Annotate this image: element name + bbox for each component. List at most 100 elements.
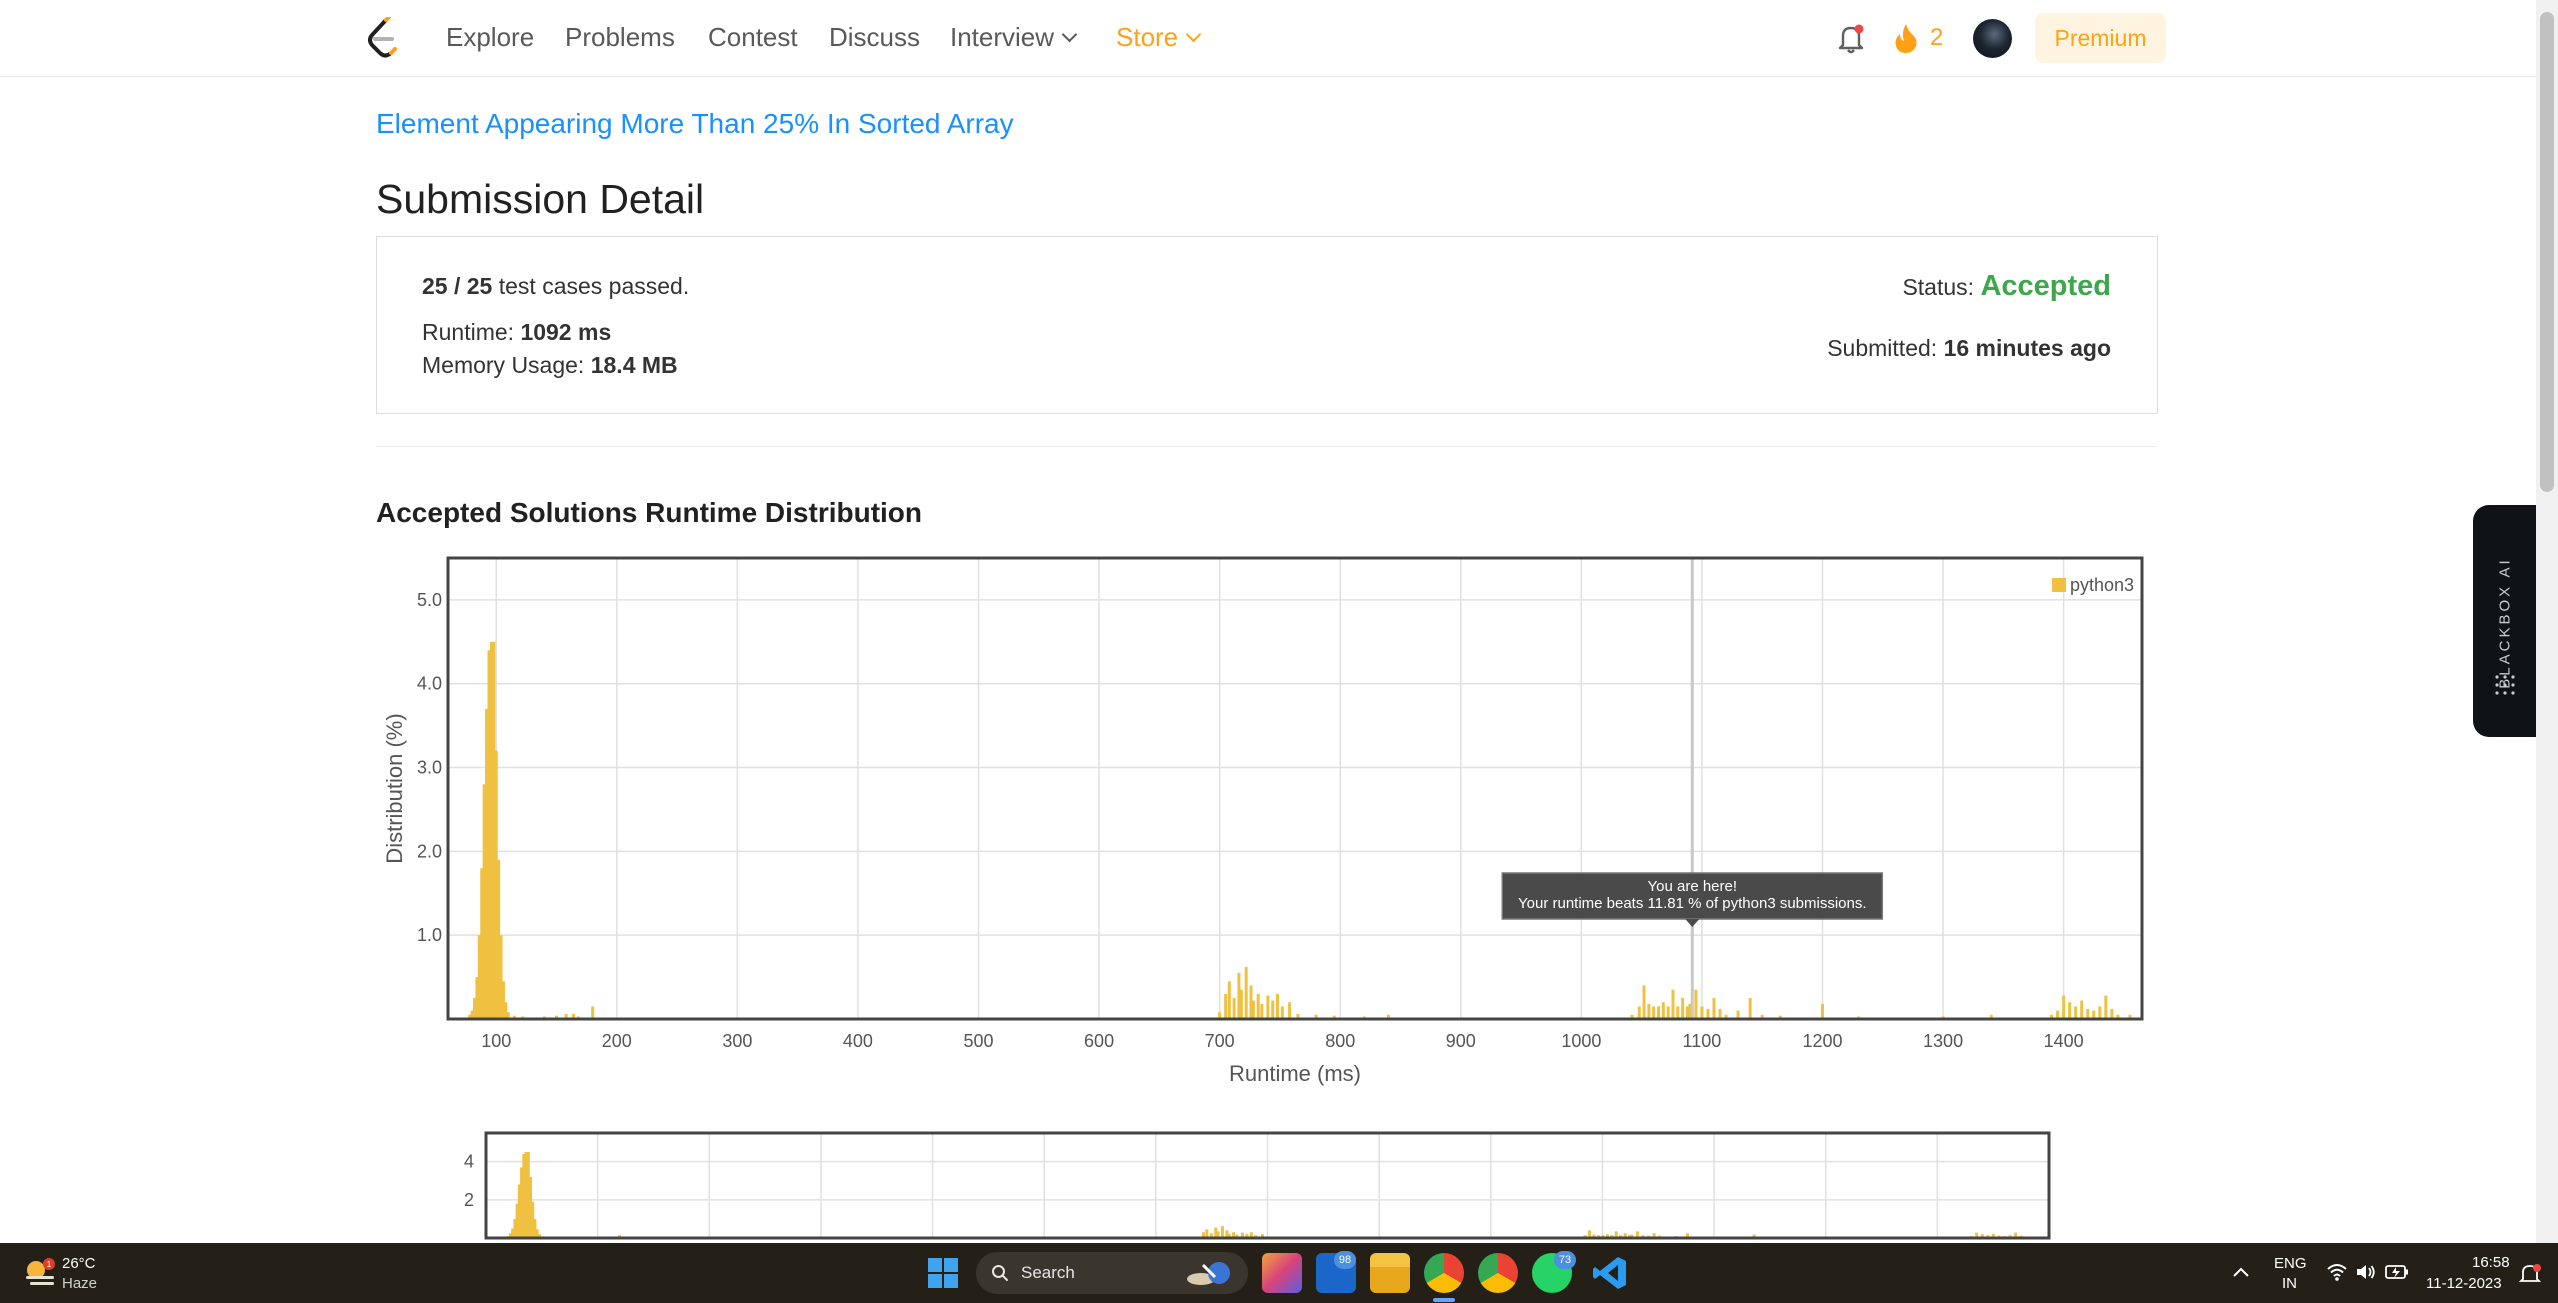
whatsapp-badge: 73 bbox=[1554, 1251, 1576, 1269]
runtime-bar[interactable] bbox=[1637, 1006, 1641, 1019]
status-line: Status: Accepted bbox=[1902, 270, 2111, 303]
avatar[interactable] bbox=[1973, 19, 2012, 58]
x-tick-label: 1200 bbox=[1802, 1031, 1842, 1051]
memory-value[interactable]: 18.4 MB bbox=[591, 352, 678, 378]
chevron-down-icon bbox=[1185, 26, 1202, 43]
nav-contest[interactable]: Contest bbox=[708, 22, 798, 53]
wifi-icon[interactable] bbox=[2326, 1262, 2348, 1282]
runtime-value[interactable]: 1092 ms bbox=[520, 319, 611, 345]
runtime-label: Runtime: bbox=[422, 319, 515, 345]
runtime-bar[interactable] bbox=[2062, 995, 2066, 1019]
runtime-bar[interactable] bbox=[1676, 1006, 1680, 1019]
test-cases-passed: 25 / 25 bbox=[422, 273, 493, 299]
runtime-bar[interactable] bbox=[1671, 989, 1675, 1019]
blackbox-ai-tab[interactable]: BLACKBOX AI bbox=[2473, 505, 2536, 737]
taskbar-search-label: Search bbox=[1021, 1263, 1075, 1282]
runtime-bar[interactable] bbox=[1280, 1006, 1284, 1019]
file-explorer-icon[interactable] bbox=[1370, 1253, 1410, 1293]
runtime-bar[interactable] bbox=[1224, 993, 1228, 1019]
chrome-app-icon[interactable] bbox=[1424, 1253, 1464, 1293]
clock-date[interactable]: 11-12-2023 bbox=[2426, 1275, 2502, 1292]
runtime-bar[interactable] bbox=[1256, 993, 1260, 1019]
page-scrollbar[interactable] bbox=[2536, 0, 2558, 1243]
nav-explore[interactable]: Explore bbox=[446, 22, 534, 53]
runtime-bar[interactable] bbox=[1642, 985, 1646, 1019]
weather-haze-icon[interactable]: 1 bbox=[22, 1256, 58, 1290]
problem-title-link[interactable]: Element Appearing More Than 25% In Sorte… bbox=[376, 108, 1014, 140]
nav-problems[interactable]: Problems bbox=[565, 22, 675, 53]
svg-text:1: 1 bbox=[47, 1260, 52, 1269]
runtime-bar[interactable] bbox=[1712, 998, 1716, 1019]
volume-icon[interactable] bbox=[2355, 1262, 2377, 1282]
runtime-bar[interactable] bbox=[1276, 993, 1280, 1019]
runtime-bar[interactable] bbox=[1244, 967, 1248, 1019]
runtime-bar[interactable] bbox=[1657, 1006, 1661, 1019]
runtime-bar[interactable] bbox=[1661, 1002, 1665, 1019]
runtime-bar[interactable] bbox=[1718, 1008, 1722, 1019]
language-region[interactable]: IN bbox=[2282, 1275, 2297, 1292]
page-scrollbar-thumb[interactable] bbox=[2540, 12, 2554, 492]
runtime-bar[interactable] bbox=[1227, 981, 1231, 1019]
nav-discuss[interactable]: Discuss bbox=[829, 22, 920, 53]
copilot-app-icon[interactable] bbox=[1262, 1253, 1302, 1293]
runtime-bar[interactable] bbox=[2086, 1008, 2090, 1019]
x-tick-label: 500 bbox=[963, 1031, 993, 1051]
language-code[interactable]: ENG bbox=[2274, 1255, 2307, 1272]
runtime-bar[interactable] bbox=[1232, 998, 1236, 1019]
memory-line: Memory Usage: 18.4 MB bbox=[422, 352, 678, 379]
runtime-bar[interactable] bbox=[1251, 1000, 1255, 1019]
runtime-bar[interactable] bbox=[1820, 1003, 1824, 1019]
streak-count[interactable]: 2 bbox=[1930, 24, 1943, 52]
x-tick-label: 400 bbox=[843, 1031, 873, 1051]
runtime-bar[interactable] bbox=[1260, 1003, 1264, 1019]
x-tick-label: 700 bbox=[1205, 1031, 1235, 1051]
runtime-navigator-chart[interactable]: 24 bbox=[376, 1125, 2076, 1243]
y-tick-label: 2.0 bbox=[417, 841, 442, 861]
runtime-bar[interactable] bbox=[2098, 1006, 2102, 1019]
runtime-bar[interactable] bbox=[1681, 998, 1685, 1019]
runtime-line: Runtime: 1092 ms bbox=[422, 319, 611, 346]
notification-bell-icon[interactable] bbox=[1836, 22, 1866, 54]
runtime-bar[interactable] bbox=[1239, 989, 1243, 1019]
nav-store[interactable]: Store bbox=[1116, 22, 1202, 53]
notification-center-icon[interactable] bbox=[2518, 1263, 2542, 1285]
chart-legend[interactable]: python3 bbox=[2052, 575, 2134, 595]
weather-temp[interactable]: 26°C bbox=[62, 1255, 96, 1272]
weather-condition[interactable]: Haze bbox=[62, 1275, 97, 1292]
runtime-bar[interactable] bbox=[1700, 1006, 1704, 1019]
runtime-bar[interactable] bbox=[2104, 995, 2108, 1019]
chevron-up-icon[interactable] bbox=[2232, 1265, 2250, 1279]
runtime-distribution-chart[interactable]: 100 200 300 400 500 600 700 800 900 1000 1100 1200 1… bbox=[376, 548, 2146, 1088]
runtime-bar[interactable] bbox=[1706, 1008, 1710, 1019]
test-cases-line: 25 / 25 test cases passed. bbox=[422, 273, 689, 300]
runtime-bar[interactable] bbox=[591, 1006, 595, 1019]
streak-fire-icon[interactable] bbox=[1892, 22, 1920, 54]
windows-start-icon[interactable] bbox=[927, 1257, 959, 1289]
runtime-bar[interactable] bbox=[2074, 1006, 2078, 1019]
battery-icon[interactable] bbox=[2385, 1263, 2409, 1281]
runtime-bar[interactable] bbox=[2080, 1000, 2084, 1019]
leetcode-logo-icon[interactable] bbox=[364, 17, 404, 59]
chrome-profile-app-icon[interactable] bbox=[1478, 1253, 1518, 1293]
legend-label-python3: python3 bbox=[2070, 575, 2134, 595]
x-tick-label: 900 bbox=[1446, 1031, 1476, 1051]
premium-button[interactable]: Premium bbox=[2035, 13, 2166, 63]
clock-time[interactable]: 16:58 bbox=[2472, 1254, 2510, 1271]
runtime-bar[interactable] bbox=[1266, 995, 1270, 1019]
windows-taskbar: 1 26°C Haze Search 98 73 ENG IN 16:58 11… bbox=[0, 1243, 2558, 1303]
page-title: Submission Detail bbox=[376, 176, 705, 222]
runtime-bar[interactable] bbox=[2110, 1008, 2114, 1019]
runtime-bar[interactable] bbox=[1288, 1002, 1292, 1019]
vscode-app-icon[interactable] bbox=[1590, 1253, 1630, 1293]
section-divider bbox=[376, 446, 2158, 447]
runtime-bar[interactable] bbox=[1647, 1003, 1651, 1019]
nav-interview[interactable]: Interview bbox=[950, 22, 1078, 53]
tooltip-line-1: You are here! bbox=[1648, 878, 1738, 895]
runtime-bar[interactable] bbox=[1666, 1006, 1670, 1019]
runtime-bar[interactable] bbox=[1694, 989, 1698, 1019]
runtime-bar[interactable] bbox=[2068, 1002, 2072, 1019]
runtime-bar[interactable] bbox=[1748, 998, 1752, 1019]
runtime-bar[interactable] bbox=[1652, 1006, 1656, 1019]
submitted-label: Submitted: bbox=[1827, 335, 1938, 361]
runtime-bar[interactable] bbox=[1271, 1000, 1275, 1019]
